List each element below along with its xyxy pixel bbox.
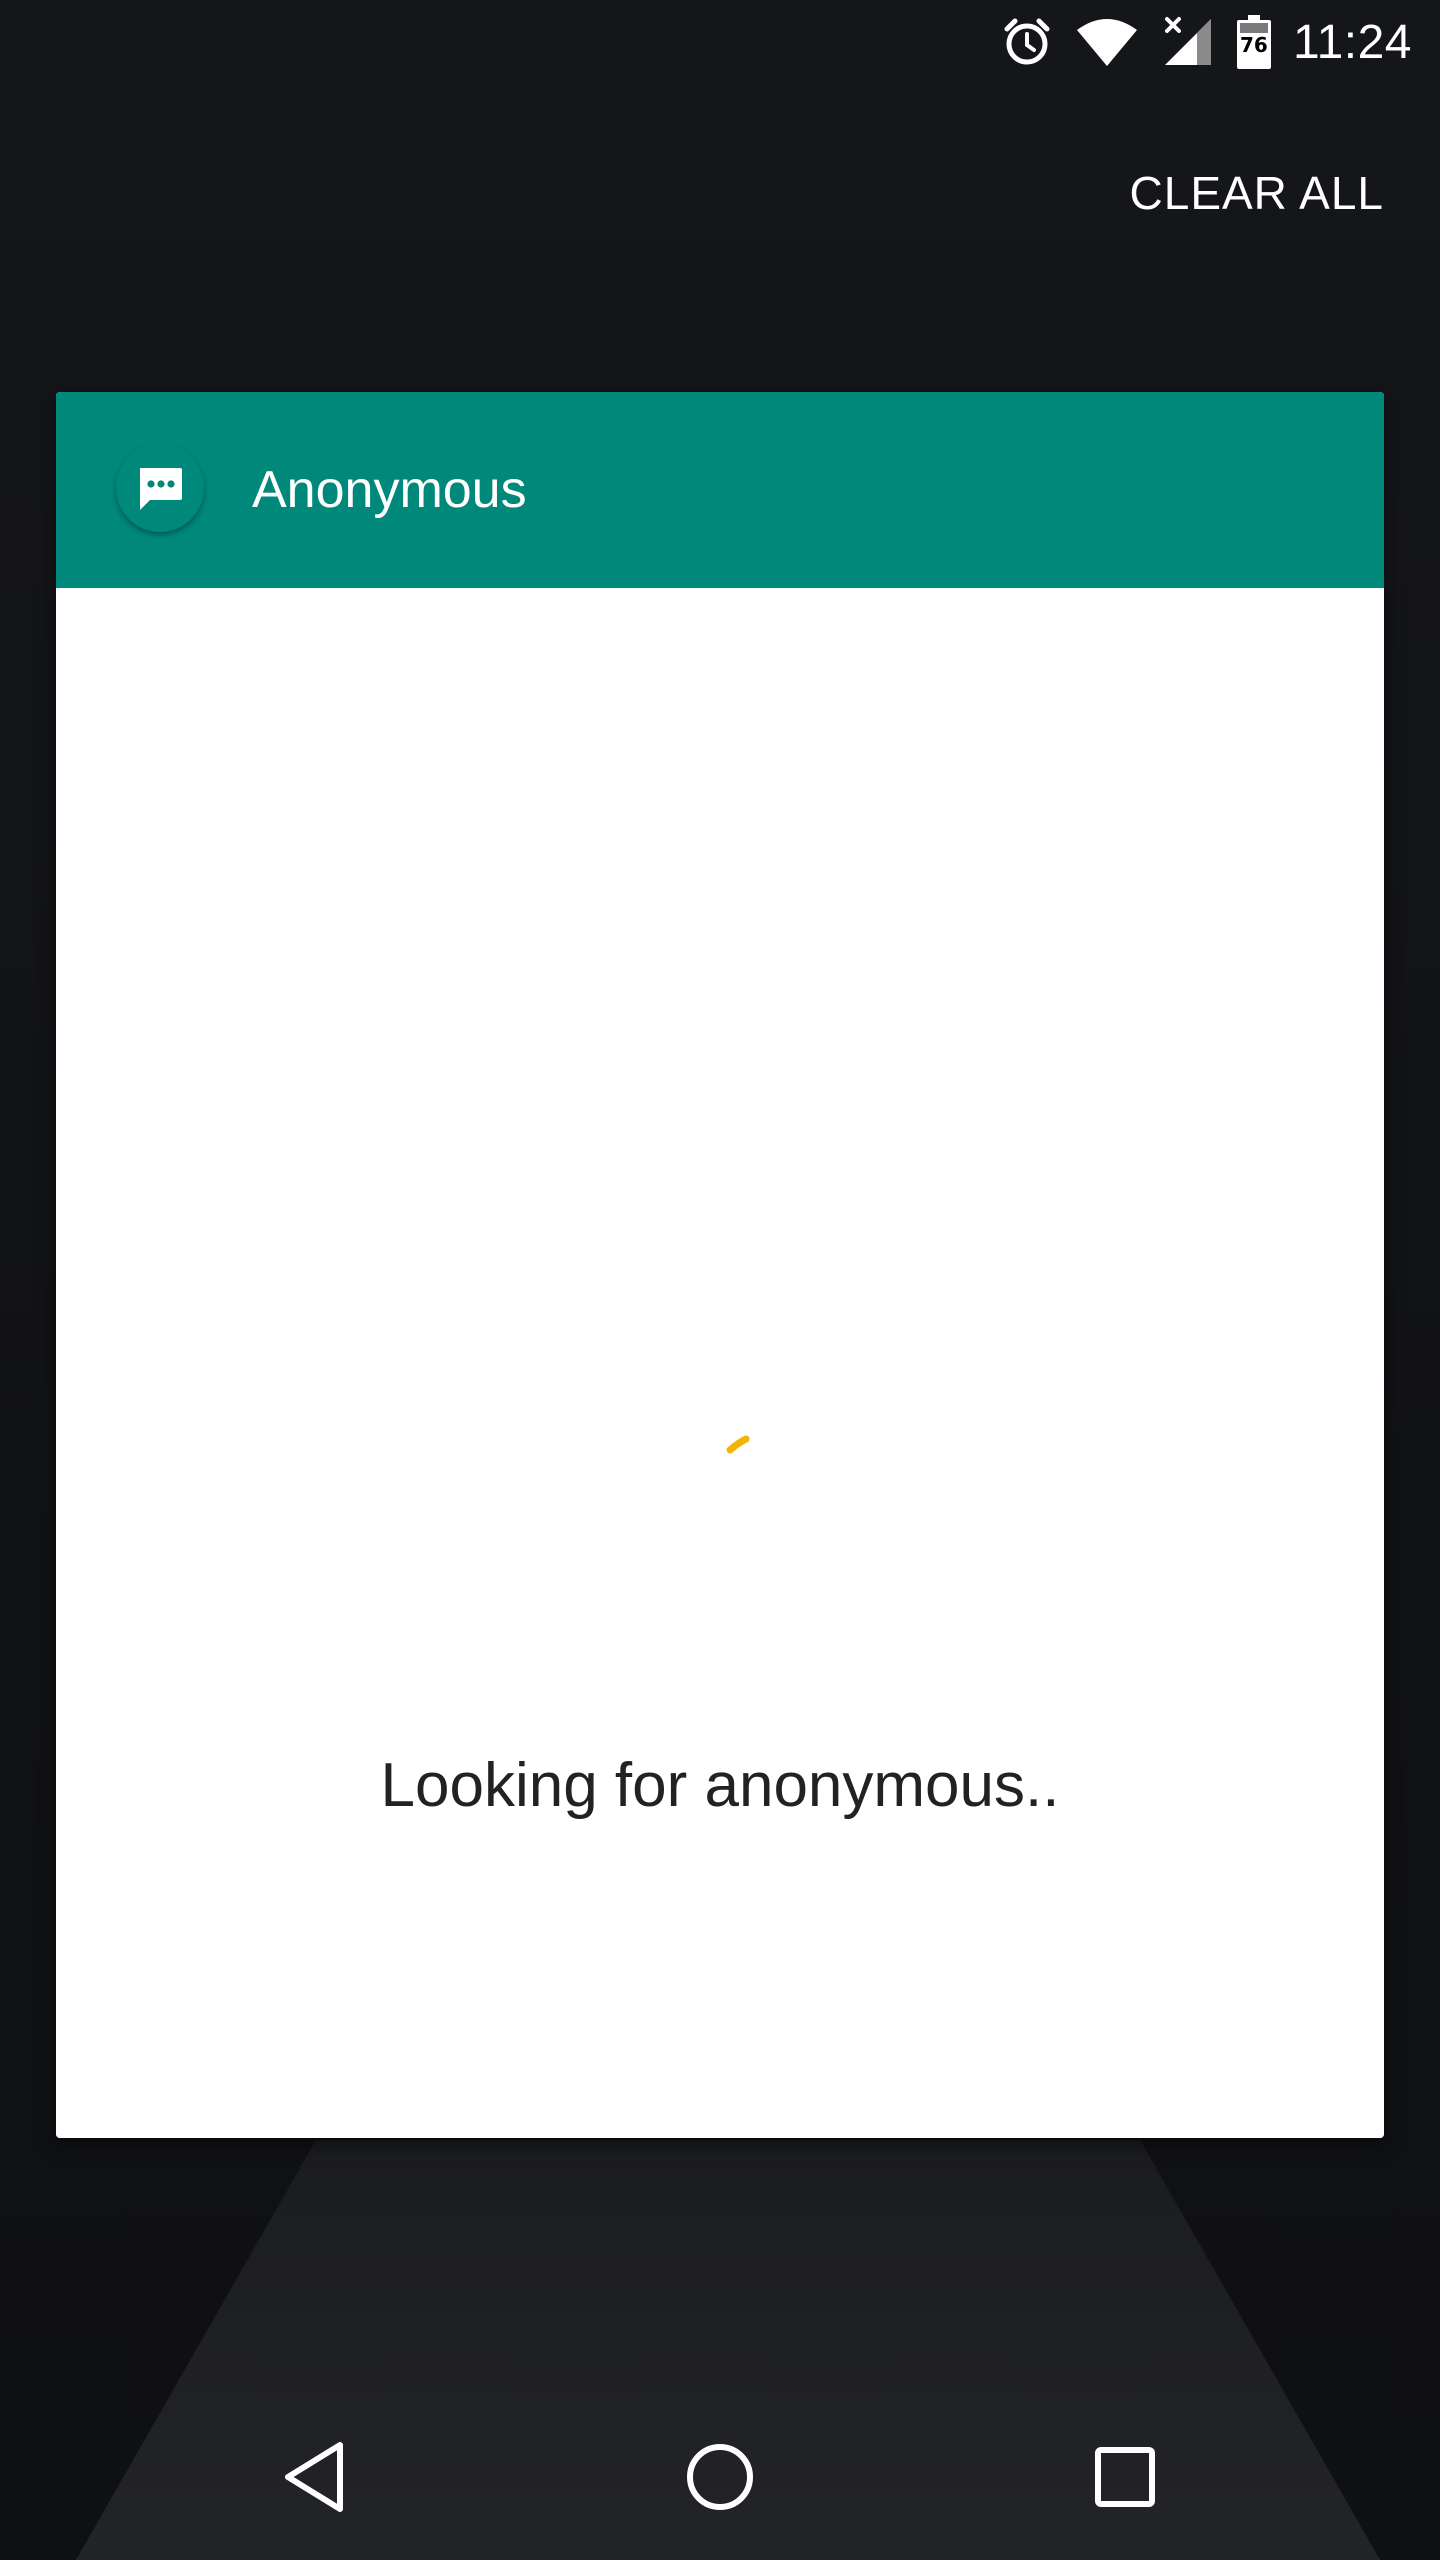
status-bar: 76 11:24 [0, 0, 1440, 84]
home-icon [687, 2444, 753, 2510]
recents-button[interactable] [1080, 2432, 1170, 2522]
cell-signal-no-service-icon [1161, 15, 1215, 69]
recents-icon [1095, 2447, 1155, 2507]
home-button[interactable] [675, 2432, 765, 2522]
recent-task-card[interactable]: Anonymous Looking for anonymous.. [56, 392, 1384, 2138]
battery-level-text: 76 [1240, 33, 1268, 57]
clear-all-button[interactable]: CLEAR ALL [1130, 166, 1384, 220]
task-card-title: Anonymous [252, 461, 527, 519]
task-card-preview[interactable]: Looking for anonymous.. [56, 588, 1384, 2138]
back-icon [285, 2442, 343, 2512]
task-card-header[interactable]: Anonymous [56, 392, 1384, 588]
loading-message: Looking for anonymous.. [380, 1751, 1060, 1820]
back-button[interactable] [270, 2432, 360, 2522]
chat-bubble-icon[interactable] [116, 444, 204, 532]
loading-spinner-icon [726, 1435, 750, 1454]
wifi-icon [1075, 16, 1139, 68]
battery-icon: 76 [1236, 15, 1271, 69]
status-clock: 11:24 [1292, 15, 1412, 69]
recents-screen: 76 11:24 CLEAR ALL Anonymous Looking for [0, 0, 1440, 2560]
alarm-icon [1001, 16, 1053, 68]
navigation-bar [0, 2392, 1440, 2560]
status-icons: 76 11:24 [1001, 10, 1412, 74]
